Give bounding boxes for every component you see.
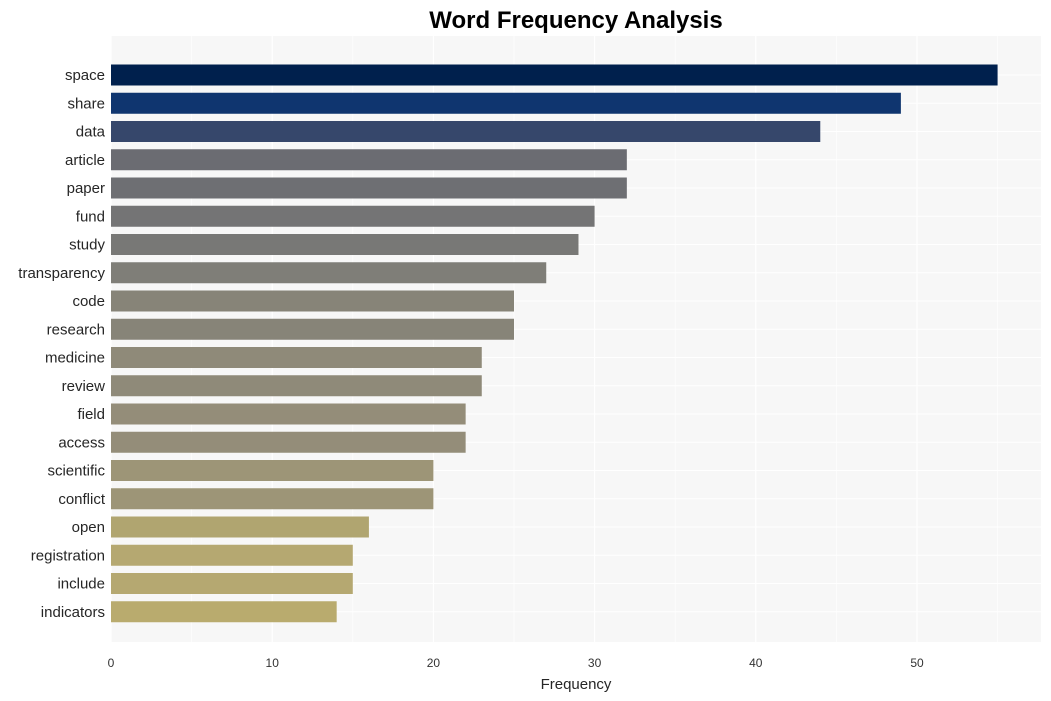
bar-registration — [111, 544, 353, 566]
y-tick-label: article — [65, 152, 105, 169]
bar-space — [111, 64, 998, 86]
bar-study — [111, 234, 579, 255]
bar-medicine — [111, 347, 482, 368]
y-tick-label: registration — [31, 547, 105, 564]
bar-field — [111, 403, 466, 425]
y-tick-label: data — [76, 124, 106, 141]
bar-data — [111, 121, 821, 142]
chart-title: Word Frequency Analysis — [429, 7, 722, 34]
x-tick-label: 10 — [266, 656, 280, 670]
y-tick-label: space — [65, 67, 105, 84]
bar-chart: space share data article paper fund study trans… — [18, 7, 1041, 693]
y-tick-label: field — [77, 406, 105, 423]
y-tick-label: fund — [76, 208, 105, 225]
y-tick-label: include — [57, 576, 105, 593]
bar-fund — [111, 205, 595, 227]
y-tick-label: scientific — [47, 463, 105, 480]
x-axis-ticks: 0 10 20 30 40 50 — [108, 656, 924, 670]
y-tick-label: paper — [67, 180, 105, 197]
x-tick-label: 0 — [108, 656, 115, 670]
bar-access — [111, 431, 466, 453]
bar-code — [111, 290, 514, 312]
bar-research — [111, 318, 514, 340]
bar-transparency — [111, 262, 547, 284]
y-tick-label: study — [69, 237, 105, 254]
x-axis-label: Frequency — [541, 676, 612, 693]
bar-scientific — [111, 460, 434, 481]
bar-share — [111, 92, 901, 114]
x-tick-label: 20 — [427, 656, 441, 670]
y-tick-label: indicators — [41, 604, 105, 621]
y-axis-labels: space share data article paper fund study trans… — [18, 67, 106, 621]
y-tick-label: conflict — [58, 491, 106, 508]
bar-include — [111, 573, 353, 594]
bar-article — [111, 149, 627, 171]
bar-paper — [111, 177, 627, 199]
y-tick-label: research — [47, 321, 105, 338]
y-tick-label: open — [72, 519, 105, 536]
bar-indicators — [111, 601, 337, 623]
bar-review — [111, 375, 482, 397]
y-tick-label: share — [67, 95, 105, 112]
x-tick-label: 50 — [910, 656, 924, 670]
y-tick-label: access — [58, 434, 105, 451]
bar-open — [111, 516, 369, 538]
y-tick-label: transparency — [18, 265, 105, 282]
bar-conflict — [111, 488, 434, 510]
y-tick-label: review — [62, 378, 106, 395]
x-tick-label: 30 — [588, 656, 602, 670]
y-tick-label: code — [72, 293, 105, 310]
x-tick-label: 40 — [749, 656, 763, 670]
y-tick-label: medicine — [45, 350, 105, 367]
